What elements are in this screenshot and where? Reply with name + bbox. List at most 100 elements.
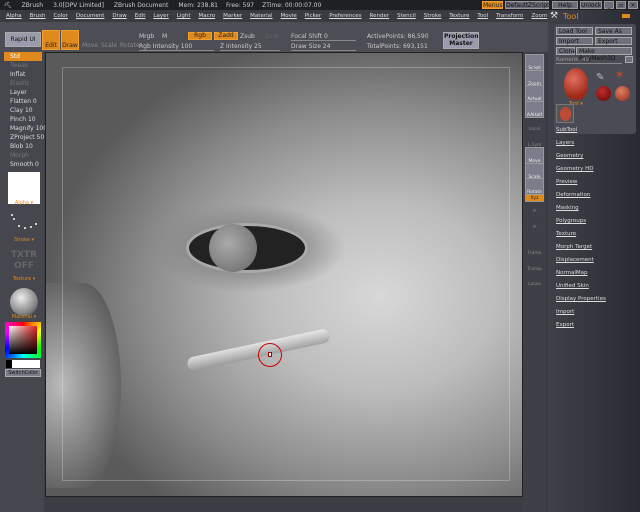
menu-material[interactable]: Material	[250, 13, 272, 19]
draw-button[interactable]: Draw	[61, 30, 79, 50]
z-intensity-slider[interactable]: Z Intensity 25	[220, 43, 280, 51]
material-label[interactable]: Material ▾	[4, 314, 44, 320]
shelf-actual-button[interactable]: Actual	[525, 85, 544, 102]
tool-section-morph-target[interactable]: Morph Target	[556, 244, 592, 250]
color-picker[interactable]	[5, 322, 41, 358]
edit-button[interactable]: Edit	[42, 30, 60, 50]
menu-stencil[interactable]: Stencil	[397, 13, 416, 19]
menus-button[interactable]: Menus	[482, 1, 503, 9]
help-button[interactable]: Help	[552, 1, 578, 9]
menu-picker[interactable]: Picker	[305, 13, 321, 19]
brush-tweak[interactable]: Tweak	[4, 61, 42, 70]
tool-section-texture[interactable]: Texture	[556, 231, 576, 237]
simple-brush-icon[interactable]: ✎	[596, 72, 604, 83]
rgb-intensity-slider[interactable]: Rgb Intensity 100	[139, 43, 214, 51]
panel-toggle-icon[interactable]	[622, 14, 630, 18]
tool-section-preview[interactable]: Preview	[556, 179, 577, 185]
brush-magnify[interactable]: Magnify 100	[4, 124, 47, 133]
shelf-scale-button[interactable]: Scale	[525, 162, 544, 180]
shelf-aahalf-button[interactable]: AAHalf	[525, 100, 544, 118]
save-as-button[interactable]: Save As	[595, 27, 632, 35]
material-sphere-icon[interactable]	[10, 288, 38, 316]
star-tool-icon[interactable]: ✶	[614, 68, 625, 83]
tool-section-import[interactable]: Import	[556, 309, 574, 315]
tool-section-displacement[interactable]: Displacement	[556, 257, 594, 263]
menu-light[interactable]: Light	[177, 13, 191, 19]
stroke-label[interactable]: Stroke ▾	[4, 237, 44, 243]
zadd-button[interactable]: Zadd	[214, 32, 238, 40]
brush-std[interactable]: Std	[4, 52, 42, 61]
tool-section-deformation[interactable]: Deformation	[556, 192, 590, 198]
head-tool-thumbnail[interactable]	[564, 68, 588, 100]
menu-movie[interactable]: Movie	[281, 13, 297, 19]
menu-preferences[interactable]: Preferences	[329, 13, 361, 19]
menu-tool[interactable]: Tool	[477, 13, 488, 19]
close-button[interactable]: ×	[628, 1, 638, 9]
make-polymesh-button[interactable]: Make PolyMesh3D	[576, 47, 632, 62]
rotate-axis-icon[interactable]: ⟳	[525, 209, 544, 217]
brush-zproject[interactable]: ZProject 50	[4, 133, 44, 142]
rapid-ui-button[interactable]: Rapid UI	[5, 32, 41, 47]
rotate-axis-icon[interactable]: ⟳	[525, 225, 544, 233]
tool-section-geometry[interactable]: Geometry	[556, 153, 583, 159]
brush-smooth[interactable]: Smooth 0	[4, 160, 42, 169]
tool-section-layers[interactable]: Layers	[556, 140, 574, 146]
menu-transform[interactable]: Transform	[496, 13, 523, 19]
m-button[interactable]: M	[162, 33, 167, 40]
tool-slider[interactable]: Ramenk. 49	[556, 57, 622, 64]
menu-texture[interactable]: Texture	[449, 13, 469, 19]
brush-morph[interactable]: Morph	[4, 151, 42, 160]
brush-blob[interactable]: Blob 10	[4, 142, 42, 151]
shelf-move-button[interactable]: Move	[525, 147, 544, 164]
shelf-zoom-button[interactable]: Zoom	[525, 69, 544, 87]
shelf-local-button[interactable]: Local	[525, 116, 544, 133]
zcut-button[interactable]: Zcut	[265, 33, 279, 40]
menu-document[interactable]: Document	[76, 13, 105, 19]
sphere-tool-icon[interactable]	[596, 86, 611, 101]
shelf-xyz-button[interactable]: Xyz	[525, 193, 544, 202]
rgb-button[interactable]: Rgb	[188, 32, 212, 40]
shelf-frame-button[interactable]: Frame	[525, 240, 544, 257]
rotate-button[interactable]: Rotate	[120, 42, 140, 49]
tool-section-export[interactable]: Export	[556, 322, 574, 328]
menu-draw[interactable]: Draw	[112, 13, 126, 19]
texture-label[interactable]: Texture ▾	[4, 276, 44, 282]
menu-layer[interactable]: Layer	[153, 13, 168, 19]
polysphere-tool-icon[interactable]	[615, 86, 630, 101]
tool-section-masking[interactable]: Masking	[556, 205, 579, 211]
minimize-button[interactable]: _	[604, 1, 614, 9]
menu-brush[interactable]: Brush	[30, 13, 46, 19]
switch-color-button[interactable]: SwitchColor	[5, 369, 41, 377]
zsub-button[interactable]: Zsub	[240, 33, 255, 40]
shelf-transp-button[interactable]: Transp	[525, 256, 544, 273]
projection-master-button[interactable]: Projection Master	[443, 32, 479, 49]
shelf-lsym-button[interactable]: L.Sym	[525, 132, 544, 149]
menu-edit[interactable]: Edit	[135, 13, 146, 19]
mrgb-button[interactable]: Mrgb	[139, 33, 154, 40]
tool-section-subtool[interactable]: SubTool	[556, 127, 577, 133]
primary-color-swatch[interactable]	[12, 360, 40, 368]
import-button[interactable]: Import	[556, 37, 593, 45]
document-canvas[interactable]	[45, 52, 523, 497]
tool-slider-r-button[interactable]	[625, 56, 633, 63]
tool-section-display-properties[interactable]: Display Properties	[556, 296, 606, 302]
menu-zoom[interactable]: Zoom	[531, 13, 547, 19]
export-button[interactable]: Export	[595, 37, 632, 45]
menu-color[interactable]: Color	[54, 13, 68, 19]
load-tool-button[interactable]: Load Tool	[556, 27, 593, 35]
brush-clay[interactable]: Clay 10	[4, 106, 42, 115]
menu-macro[interactable]: Macro	[199, 13, 216, 19]
tool-section-normalmap[interactable]: NormalMap	[556, 270, 588, 276]
brush-layer[interactable]: Layer	[4, 88, 42, 97]
tool-section-unified-skin[interactable]: Unified Skin	[556, 283, 589, 289]
menu-marker[interactable]: Marker	[223, 13, 242, 19]
menu-alpha[interactable]: Alpha	[6, 13, 22, 19]
stroke-dots-icon[interactable]	[8, 212, 40, 234]
focal-shift-slider[interactable]: Focal Shift 0	[291, 33, 356, 41]
scale-button[interactable]: Scale	[101, 42, 117, 49]
shelf-scroll-button[interactable]: Scroll	[525, 54, 544, 71]
menu-render[interactable]: Render	[370, 13, 390, 19]
brush-pinch[interactable]: Pinch 10	[4, 115, 42, 124]
draw-size-slider[interactable]: Draw Size 24	[291, 43, 356, 51]
texture-off-thumbnail[interactable]: TXTR OFF	[8, 250, 40, 272]
